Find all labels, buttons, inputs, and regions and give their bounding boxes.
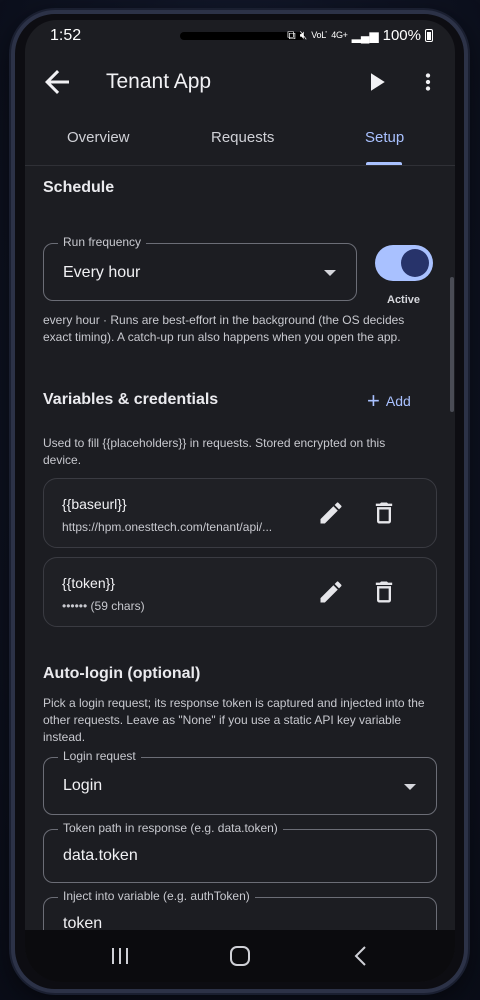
mute-icon: 🔇︎ <box>299 28 308 42</box>
cast-icon: ⧉ <box>287 28 296 42</box>
delete-icon[interactable] <box>370 499 398 527</box>
active-label: Active <box>387 294 421 306</box>
network-type-icon: 4G+ <box>331 30 348 40</box>
tab-setup[interactable]: Setup <box>365 129 404 146</box>
token-path-label: Token path in response (e.g. data.token) <box>58 821 283 835</box>
token-path-value: data.token <box>63 847 138 864</box>
run-frequency-dropdown[interactable]: Run frequency Every hour <box>43 235 357 301</box>
status-time: 1:52 <box>50 27 82 44</box>
edit-icon[interactable] <box>317 499 345 527</box>
app-title: Tenant App <box>106 70 212 93</box>
auto-login-description: Pick a login request; its response token… <box>43 696 425 744</box>
inject-variable-value: token <box>63 915 103 930</box>
setup-content[interactable]: Schedule Run frequency Every hour Active… <box>25 167 455 930</box>
schedule-title: Schedule <box>43 179 115 196</box>
variable-name: {{baseurl}} <box>62 496 127 512</box>
login-request-dropdown[interactable]: Login request Login <box>43 749 437 815</box>
inject-variable-field[interactable]: Inject into variable (e.g. authToken) to… <box>43 889 437 930</box>
variable-card-baseurl[interactable]: {{baseurl}} https://hpm.onesttech.com/te… <box>43 478 437 548</box>
run-frequency-value: Every hour <box>63 264 141 281</box>
battery-percent: 100% <box>382 27 421 44</box>
plus-icon: + <box>367 388 380 413</box>
back-arrow-icon[interactable] <box>39 64 75 100</box>
more-vert-icon[interactable] <box>415 64 441 100</box>
home-icon[interactable] <box>225 944 255 968</box>
variable-card-token[interactable]: {{token}} •••••• (59 chars) <box>43 557 437 627</box>
status-icons: ⧉ 🔇︎ VoLTE 4G+ ▂▄▆ 100% <box>287 27 433 44</box>
variable-value: •••••• (59 chars) <box>62 599 145 613</box>
active-toggle[interactable] <box>375 245 433 281</box>
app-bar: Tenant App <box>25 52 455 116</box>
volte-icon: VoLTE <box>311 31 327 40</box>
tab-requests[interactable]: Requests <box>211 129 274 146</box>
inject-variable-label: Inject into variable (e.g. authToken) <box>58 889 255 903</box>
variable-value: https://hpm.onesttech.com/tenant/api/... <box>62 520 273 534</box>
signal-icon: ▂▄▆ <box>351 28 379 43</box>
add-label: Add <box>385 393 411 409</box>
tab-overview[interactable]: Overview <box>67 129 130 146</box>
recents-icon[interactable] <box>105 944 135 968</box>
system-nav-bar <box>25 930 455 982</box>
dropdown-arrow-icon <box>404 784 416 790</box>
variable-name: {{token}} <box>62 575 115 591</box>
scrollbar[interactable] <box>450 277 454 412</box>
auto-login-title: Auto-login (optional) <box>43 665 201 682</box>
variables-title: Variables & credentials <box>43 391 219 408</box>
schedule-note: every hour · Runs are best-effort in the… <box>43 313 405 344</box>
screen: 1:52 ⧉ 🔇︎ VoLTE 4G+ ▂▄▆ 100% Tenant App … <box>25 20 455 982</box>
variables-description: Used to fill {{placeholders}} in request… <box>43 436 386 467</box>
add-variable-button[interactable]: + Add <box>367 389 411 413</box>
tab-bar: Overview Requests Setup <box>25 116 455 166</box>
login-request-label: Login request <box>58 749 141 763</box>
token-path-field[interactable]: Token path in response (e.g. data.token)… <box>43 821 437 883</box>
status-bar: 1:52 ⧉ 🔇︎ VoLTE 4G+ ▂▄▆ 100% <box>25 20 455 52</box>
back-icon[interactable] <box>347 944 377 968</box>
play-icon[interactable] <box>361 64 391 100</box>
dropdown-arrow-icon <box>324 270 336 276</box>
edit-icon[interactable] <box>317 578 345 606</box>
delete-icon[interactable] <box>370 578 398 606</box>
toggle-thumb <box>401 249 429 277</box>
tab-indicator <box>366 162 402 165</box>
battery-icon <box>425 29 433 42</box>
login-request-value: Login <box>63 777 103 794</box>
run-frequency-label: Run frequency <box>58 235 147 249</box>
